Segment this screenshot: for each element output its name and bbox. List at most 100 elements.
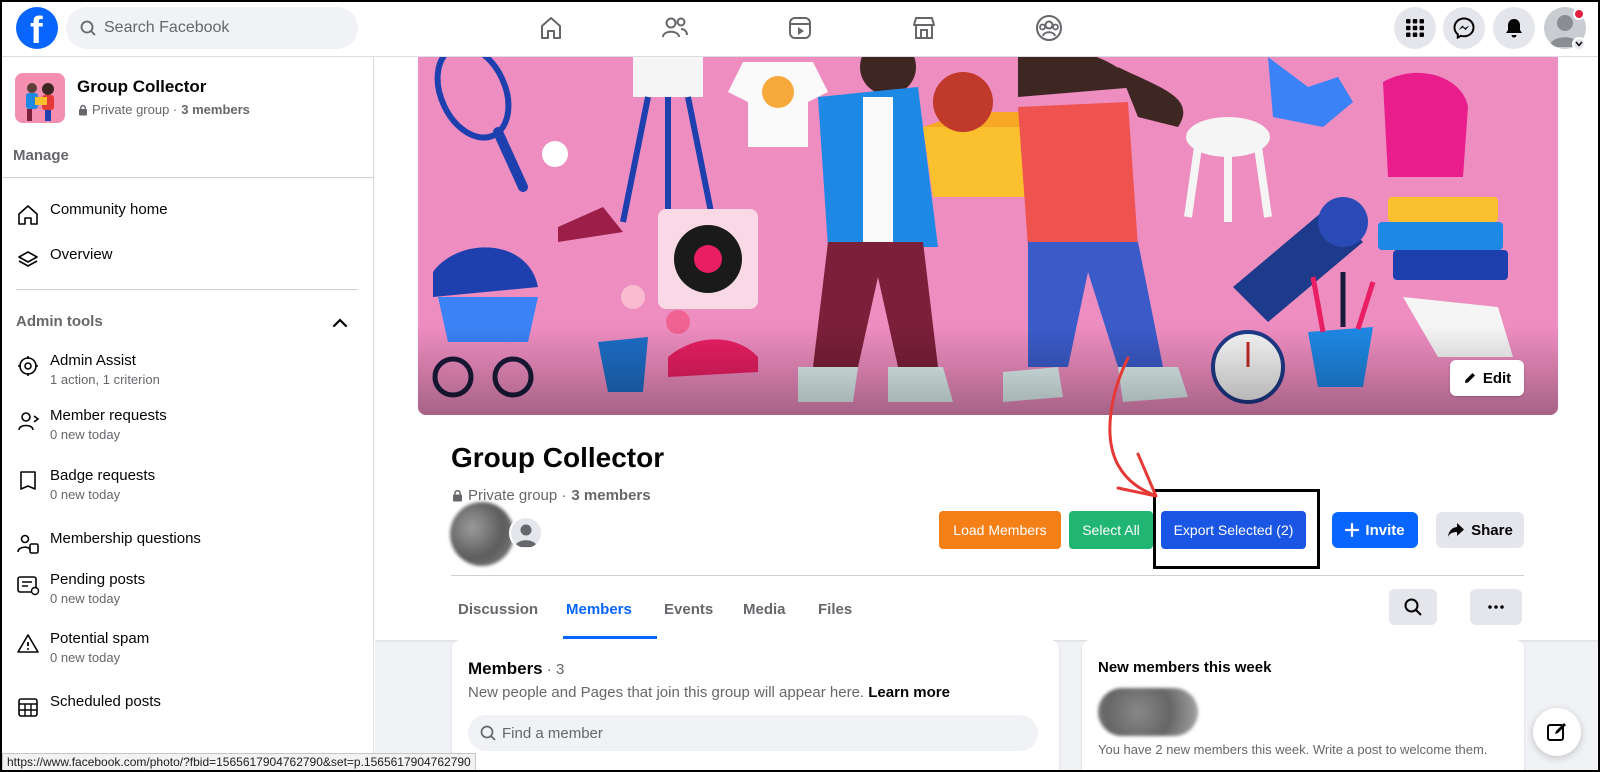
sidebar-item-label: Member requests <box>50 407 167 424</box>
lock-icon <box>453 489 462 502</box>
more-options-button[interactable] <box>1470 589 1522 625</box>
member-avatar[interactable] <box>509 516 543 550</box>
search-icon <box>80 20 96 36</box>
admin-tools-heading[interactable]: Admin tools <box>16 313 103 330</box>
tab-events[interactable]: Events <box>664 601 713 618</box>
sidebar-item-label: Community home <box>50 201 168 218</box>
divider <box>451 575 1524 576</box>
tab-members[interactable]: Members <box>566 601 632 618</box>
notification-dot <box>1573 8 1585 20</box>
sidebar-item-potential-spam[interactable]: Potential spam 0 new today <box>16 630 149 665</box>
admin-assist-icon <box>18 356 38 376</box>
friends-nav-icon[interactable] <box>659 12 691 44</box>
search-icon <box>480 725 496 741</box>
active-tab-indicator <box>563 636 657 639</box>
members-count: · 3 <box>542 661 565 678</box>
group-member-count[interactable]: 3 members <box>571 487 650 504</box>
pending-posts-icon <box>17 576 40 596</box>
new-members-card: New members this week You have 2 new mem… <box>1082 640 1524 772</box>
home-nav-icon[interactable] <box>535 12 567 44</box>
home-icon <box>18 205 38 225</box>
menu-grid-icon[interactable] <box>1394 7 1436 49</box>
calendar-icon <box>18 698 38 717</box>
sidebar-item-pending-posts[interactable]: Pending posts 0 new today <box>16 571 145 606</box>
compose-icon <box>1547 723 1566 741</box>
share-label: Share <box>1471 521 1513 539</box>
members-card-subtitle: New people and Pages that join this grou… <box>468 684 950 701</box>
account-chevron-down-icon[interactable] <box>1572 37 1586 51</box>
sidebar-item-admin-assist[interactable]: Admin Assist 1 action, 1 criterion <box>16 352 160 387</box>
new-members-title: New members this week <box>1098 659 1272 676</box>
group-thumbnail[interactable] <box>15 73 65 123</box>
top-bar: f Search Facebook <box>0 0 1600 57</box>
questions-icon <box>17 534 39 554</box>
sidebar-item-sub: 0 new today <box>50 591 121 606</box>
layers-icon <box>18 251 38 267</box>
sidebar-item-label: Badge requests <box>50 467 156 484</box>
facebook-logo-icon[interactable]: f <box>16 7 58 52</box>
groups-nav-icon[interactable] <box>1033 12 1065 44</box>
group-search-button[interactable] <box>1389 589 1437 625</box>
sidebar-item-member-requests[interactable]: Member requests 0 new today <box>16 407 167 442</box>
new-members-avatars[interactable] <box>1098 688 1198 736</box>
share-arrow-icon <box>1448 523 1465 537</box>
edit-label: Edit <box>1482 369 1512 387</box>
main-content: Edit Group Collector Private group · 3 m… <box>375 57 1600 772</box>
tab-media[interactable]: Media <box>743 601 786 618</box>
sidebar-item-community-home[interactable]: Community home <box>16 201 168 227</box>
sidebar-item-label: Potential spam <box>50 630 150 647</box>
sidebar-item-sub: 0 new today <box>50 427 121 442</box>
sidebar-item-label: Admin Assist <box>50 352 136 369</box>
admin-sidebar: Group Collector Private group · 3 member… <box>0 57 374 772</box>
edit-cover-button[interactable]: Edit <box>1450 360 1524 396</box>
divider <box>0 177 374 178</box>
page-title: Group Collector <box>451 442 665 473</box>
badge-icon <box>20 471 36 490</box>
sidebar-member-count: 3 members <box>181 102 250 117</box>
invite-label: Invite <box>1365 521 1405 539</box>
annotation-highlight-box <box>1153 489 1320 569</box>
search-bar[interactable]: Search Facebook <box>66 7 358 49</box>
sidebar-group-name[interactable]: Group Collector <box>77 77 206 97</box>
notifications-bell-icon[interactable] <box>1493 7 1535 49</box>
sidebar-item-sub: 0 new today <box>50 650 121 665</box>
find-member-input[interactable]: Find a member <box>468 715 1038 751</box>
load-members-button[interactable]: Load Members <box>939 511 1061 549</box>
share-button[interactable]: Share <box>1436 512 1524 548</box>
find-member-placeholder: Find a member <box>502 724 603 742</box>
status-bar-url: https://www.facebook.com/photo/?fbid=156… <box>2 753 476 771</box>
members-title-text: Members <box>468 659 543 678</box>
sidebar-item-membership-questions[interactable]: Membership questions <box>16 530 201 556</box>
divider <box>16 289 358 290</box>
tab-discussion[interactable]: Discussion <box>458 601 538 618</box>
invite-button[interactable]: Invite <box>1332 512 1418 548</box>
members-subtitle-text: New people and Pages that join this grou… <box>468 684 869 701</box>
sidebar-item-scheduled-posts[interactable]: Scheduled posts <box>16 693 161 719</box>
member-avatar[interactable] <box>450 502 514 566</box>
sidebar-item-label: Scheduled posts <box>50 693 161 710</box>
chevron-up-icon[interactable] <box>330 313 350 333</box>
sidebar-item-overview[interactable]: Overview <box>16 246 113 272</box>
plus-icon <box>1345 523 1360 537</box>
marketplace-nav-icon[interactable] <box>908 12 940 44</box>
more-icon <box>1488 605 1504 609</box>
annotation-arrow-icon <box>1108 356 1158 498</box>
cover-photo[interactable] <box>418 57 1558 415</box>
sidebar-group-meta: Private group · 3 members <box>78 102 250 117</box>
compose-message-button[interactable] <box>1533 708 1581 756</box>
new-members-subtitle: You have 2 new members this week. Write … <box>1098 742 1488 757</box>
pencil-icon <box>1464 373 1475 383</box>
learn-more-link[interactable]: Learn more <box>868 684 950 701</box>
sidebar-item-label: Membership questions <box>50 530 201 547</box>
tab-files[interactable]: Files <box>818 601 852 618</box>
sidebar-item-label: Overview <box>50 246 113 263</box>
video-nav-icon[interactable] <box>784 12 816 44</box>
members-card-title: Members · 3 <box>468 659 564 679</box>
sidebar-item-badge-requests[interactable]: Badge requests 0 new today <box>16 467 155 502</box>
member-request-icon <box>18 412 40 431</box>
sidebar-item-label: Pending posts <box>50 571 146 588</box>
group-header: Edit Group Collector Private group · 3 m… <box>375 57 1600 640</box>
manage-heading: Manage <box>13 147 69 164</box>
messenger-icon[interactable] <box>1443 7 1485 49</box>
select-all-button[interactable]: Select All <box>1069 511 1153 549</box>
